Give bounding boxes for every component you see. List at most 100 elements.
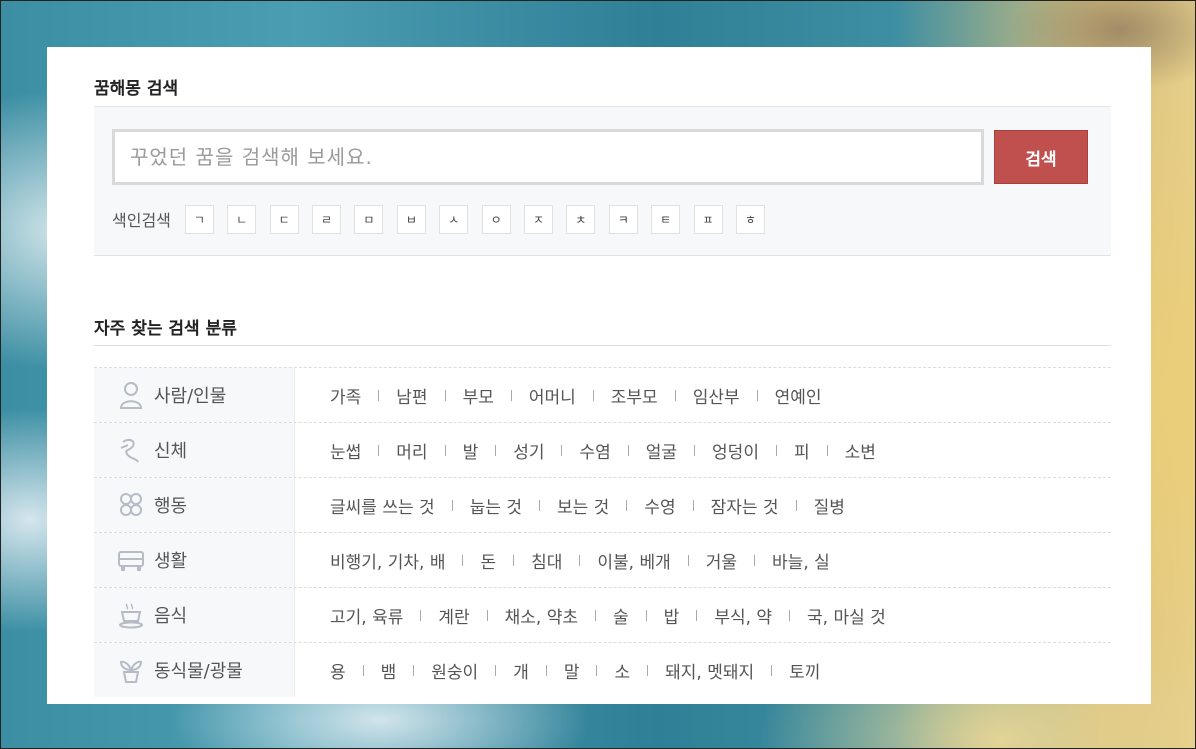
category-link[interactable]: 거울 xyxy=(706,548,737,573)
category-items: 글씨를 쓰는 것 눕는 것 보는 것 수영 잠자는 것 질병 xyxy=(295,493,845,518)
category-name: 동식물/광물 xyxy=(154,661,243,682)
category-link[interactable]: 토끼 xyxy=(789,658,820,683)
plant-icon xyxy=(116,655,146,685)
category-link[interactable]: 어머니 xyxy=(529,383,576,408)
category-link[interactable]: 소변 xyxy=(845,438,876,463)
index-key[interactable]: ㄱ xyxy=(184,204,214,234)
separator xyxy=(561,444,563,456)
index-key[interactable]: ㅁ xyxy=(354,204,384,234)
separator xyxy=(595,609,597,621)
search-button[interactable]: 검색 xyxy=(994,130,1088,184)
category-link[interactable]: 밥 xyxy=(664,603,680,628)
separator xyxy=(756,389,758,401)
separator xyxy=(771,664,773,676)
category-link[interactable]: 뱀 xyxy=(381,658,397,683)
category-link[interactable]: 엉덩이 xyxy=(712,438,759,463)
separator xyxy=(513,554,515,566)
index-key[interactable]: ㄴ xyxy=(227,204,257,234)
category-link[interactable]: 질병 xyxy=(814,493,845,518)
category-link[interactable]: 연예인 xyxy=(775,383,822,408)
category-row: 행동 글씨를 쓰는 것 눕는 것 보는 것 수영 잠자는 것 질병 xyxy=(94,477,1111,532)
category-link[interactable]: 얼굴 xyxy=(646,438,677,463)
category-link[interactable]: 피 xyxy=(794,438,810,463)
separator xyxy=(775,444,777,456)
category-link[interactable]: 발 xyxy=(463,438,479,463)
search-input[interactable] xyxy=(112,129,984,185)
category-link[interactable]: 임산부 xyxy=(693,383,740,408)
category-link[interactable]: 돼지, 멧돼지 xyxy=(665,658,754,683)
category-name: 사람/인물 xyxy=(154,386,227,407)
index-key[interactable]: ㄹ xyxy=(312,204,342,234)
index-key[interactable]: ㅂ xyxy=(396,204,426,234)
category-link[interactable]: 부식, 약 xyxy=(714,603,772,628)
index-key[interactable]: ㅊ xyxy=(566,204,596,234)
category-link[interactable]: 눈썹 xyxy=(330,438,361,463)
category-link[interactable]: 조부모 xyxy=(611,383,658,408)
index-key[interactable]: ㅋ xyxy=(608,204,638,234)
separator xyxy=(462,554,464,566)
category-link[interactable]: 용 xyxy=(330,658,346,683)
category-link[interactable]: 잠자는 것 xyxy=(711,493,779,518)
category-link[interactable]: 보는 것 xyxy=(557,493,609,518)
category-table: 사람/인물 가족 남편 부모 어머니 조부모 임산부 연예인 신체 눈썹 머리 발 성기 수염 얼굴 엉덩이 피… xyxy=(94,367,1111,697)
separator xyxy=(510,389,512,401)
index-key[interactable]: ㅇ xyxy=(481,204,511,234)
divider xyxy=(94,345,1111,346)
index-key[interactable]: ㄷ xyxy=(269,204,299,234)
search-section-title: 꿈해몽 검색 xyxy=(94,79,179,99)
category-link[interactable]: 비행기, 기차, 배 xyxy=(330,548,445,573)
category-link[interactable]: 가족 xyxy=(330,383,361,408)
separator xyxy=(378,389,380,401)
food-icon xyxy=(116,600,146,630)
category-link[interactable]: 남편 xyxy=(396,383,427,408)
category-link[interactable]: 고기, 육류 xyxy=(330,603,403,628)
separator xyxy=(413,664,415,676)
category-link[interactable]: 국, 마실 것 xyxy=(807,603,886,628)
index-key[interactable]: ㅍ xyxy=(693,204,723,234)
dream-search-panel: 꿈해몽 검색 검색 색인검색 ㄱㄴㄷㄹㅁㅂㅅㅇㅈㅊㅋㅌㅍㅎ 자주 찾는 검색 분… xyxy=(47,47,1151,704)
category-header: 행동 xyxy=(94,478,295,532)
category-name: 생활 xyxy=(154,551,188,572)
category-link[interactable]: 돈 xyxy=(480,548,496,573)
index-key[interactable]: ㅅ xyxy=(439,204,469,234)
index-key[interactable]: ㅎ xyxy=(735,204,765,234)
separator xyxy=(754,554,756,566)
category-row: 생활 비행기, 기차, 배 돈 침대 이불, 베개 거울 바늘, 실 xyxy=(94,532,1111,587)
separator xyxy=(694,444,696,456)
separator xyxy=(579,554,581,566)
category-link[interactable]: 수염 xyxy=(579,438,610,463)
category-link[interactable]: 수영 xyxy=(644,493,675,518)
category-link[interactable]: 글씨를 쓰는 것 xyxy=(330,493,435,518)
separator xyxy=(789,609,791,621)
separator xyxy=(451,499,453,511)
separator xyxy=(795,499,797,511)
category-link[interactable]: 머리 xyxy=(396,438,427,463)
category-link[interactable]: 성기 xyxy=(513,438,544,463)
category-link[interactable]: 술 xyxy=(613,603,629,628)
action-icon xyxy=(116,490,146,520)
category-link[interactable]: 말 xyxy=(564,658,580,683)
category-items: 비행기, 기차, 배 돈 침대 이불, 베개 거울 바늘, 실 xyxy=(295,548,830,573)
category-link[interactable]: 채소, 약초 xyxy=(505,603,578,628)
body-icon xyxy=(116,435,146,465)
index-key[interactable]: ㅈ xyxy=(524,204,554,234)
category-link[interactable]: 소 xyxy=(614,658,630,683)
category-items: 가족 남편 부모 어머니 조부모 임산부 연예인 xyxy=(295,383,822,408)
separator xyxy=(645,609,647,621)
category-link[interactable]: 이불, 베개 xyxy=(597,548,670,573)
index-key[interactable]: ㅌ xyxy=(651,204,681,234)
category-items: 눈썹 머리 발 성기 수염 얼굴 엉덩이 피 소변 xyxy=(295,438,876,463)
separator xyxy=(538,499,540,511)
category-link[interactable]: 침대 xyxy=(531,548,562,573)
category-link[interactable]: 바늘, 실 xyxy=(772,548,830,573)
category-link[interactable]: 부모 xyxy=(463,383,494,408)
category-link[interactable]: 개 xyxy=(513,658,529,683)
category-items: 고기, 육류 계란 채소, 약초 술 밥 부식, 약 국, 마실 것 xyxy=(295,603,886,628)
category-link[interactable]: 눕는 것 xyxy=(470,493,522,518)
separator xyxy=(362,664,364,676)
category-name: 음식 xyxy=(154,606,188,627)
category-link[interactable]: 원숭이 xyxy=(431,658,478,683)
separator xyxy=(420,609,422,621)
category-link[interactable]: 계란 xyxy=(438,603,469,628)
category-row: 신체 눈썹 머리 발 성기 수염 얼굴 엉덩이 피 소변 xyxy=(94,422,1111,477)
